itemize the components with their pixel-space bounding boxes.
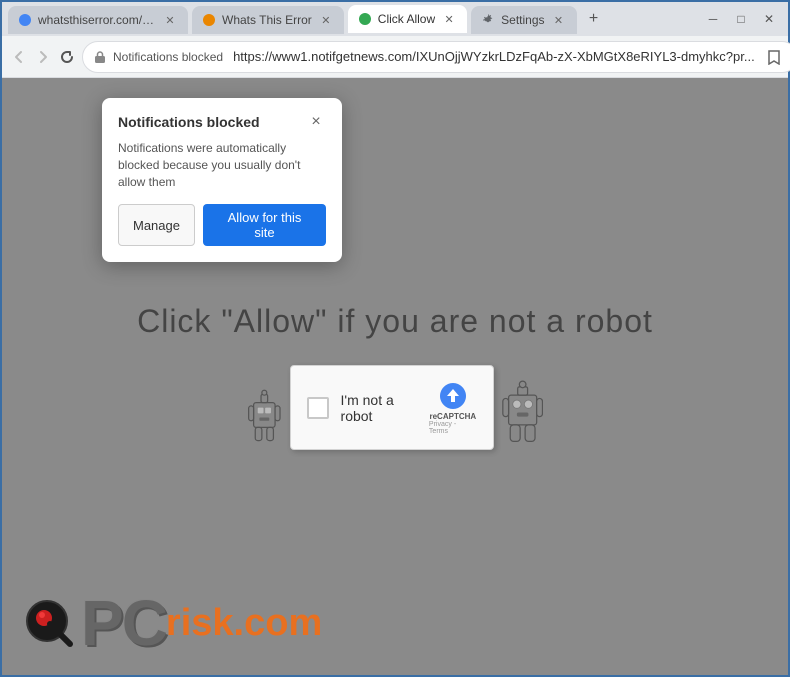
pcrisk-logo: PC risk . com xyxy=(22,591,322,655)
tab-favicon-1 xyxy=(18,13,32,27)
address-bar[interactable]: Notifications blocked https://www1.notif… xyxy=(82,41,790,73)
tab-favicon-4 xyxy=(481,13,495,27)
recaptcha-icon xyxy=(437,380,469,412)
tab-close-3[interactable]: ✕ xyxy=(441,11,457,27)
new-tab-button[interactable]: + xyxy=(581,6,607,32)
security-icon xyxy=(93,50,107,64)
tab-label-4: Settings xyxy=(501,13,544,27)
tab-close-2[interactable]: ✕ xyxy=(318,12,334,28)
back-button[interactable] xyxy=(10,42,28,72)
popup-buttons: Manage Allow for this site xyxy=(118,204,326,246)
maximize-button[interactable]: □ xyxy=(728,9,754,29)
manage-button[interactable]: Manage xyxy=(118,204,195,246)
popup-close-button[interactable]: × xyxy=(306,112,326,132)
captcha-checkbox[interactable] xyxy=(307,397,329,419)
recaptcha-brand: reCAPTCHA xyxy=(429,412,476,421)
close-button[interactable]: ✕ xyxy=(756,9,782,29)
page-main: Click "Allow" if you are not a robot xyxy=(137,303,653,450)
tab-favicon-3 xyxy=(358,12,372,26)
notification-popup: Notifications blocked × Notifications we… xyxy=(102,98,342,262)
tab-whatsthiserror[interactable]: whatsthiserror.com/b... ✕ xyxy=(8,6,188,34)
tab-close-1[interactable]: ✕ xyxy=(162,12,178,28)
browser-window: whatsthiserror.com/b... ✕ Whats This Err… xyxy=(0,0,790,677)
dot-text: . xyxy=(234,602,245,645)
bookmark-button[interactable] xyxy=(761,44,787,70)
risk-text: risk xyxy=(166,602,234,645)
tab-label-1: whatsthiserror.com/b... xyxy=(38,13,156,27)
minimize-button[interactable]: ─ xyxy=(700,9,726,29)
tab-label-3: Click Allow xyxy=(378,12,435,26)
popup-title: Notifications blocked xyxy=(118,114,260,130)
tab-label-2: Whats This Error xyxy=(222,13,312,27)
tab-settings[interactable]: Settings ✕ xyxy=(471,6,576,34)
recaptcha-links: Privacy - Terms xyxy=(429,421,477,435)
popup-description: Notifications were automatically blocked… xyxy=(118,140,326,190)
captcha-label: I'm not a robot xyxy=(341,392,429,424)
captcha-heading: Click "Allow" if you are not a robot xyxy=(137,303,653,340)
allow-for-site-button[interactable]: Allow for this site xyxy=(203,204,326,246)
com-text: com xyxy=(244,602,322,645)
tab-whatserror[interactable]: Whats This Error ✕ xyxy=(192,6,344,34)
captcha-left: I'm not a robot xyxy=(307,392,429,424)
captcha-widget[interactable]: I'm not a robot reCAPTCHA Privacy - Term… xyxy=(290,365,494,450)
magnifier-icon xyxy=(22,596,77,651)
tab-favicon-2 xyxy=(202,13,216,27)
tab-close-4[interactable]: ✕ xyxy=(551,12,567,28)
page-content: Notifications blocked × Notifications we… xyxy=(2,78,788,675)
title-bar: whatsthiserror.com/b... ✕ Whats This Err… xyxy=(2,2,788,36)
popup-header: Notifications blocked × xyxy=(118,112,326,132)
forward-button[interactable] xyxy=(34,42,52,72)
tab-clickallow[interactable]: Click Allow ✕ xyxy=(348,5,467,33)
window-controls: ─ □ ✕ xyxy=(700,9,782,29)
robots-illustration: I'm not a robot reCAPTCHA Privacy - Term… xyxy=(245,360,545,450)
nav-bar: Notifications blocked https://www1.notif… xyxy=(2,36,788,78)
security-label: Notifications blocked xyxy=(113,50,223,64)
url-text: https://www1.notifgetnews.com/IXUnOjjWYz… xyxy=(233,49,755,64)
pc-text: PC xyxy=(81,591,166,655)
refresh-button[interactable] xyxy=(58,42,76,72)
recaptcha-logo-area: reCAPTCHA Privacy - Terms xyxy=(429,380,477,435)
